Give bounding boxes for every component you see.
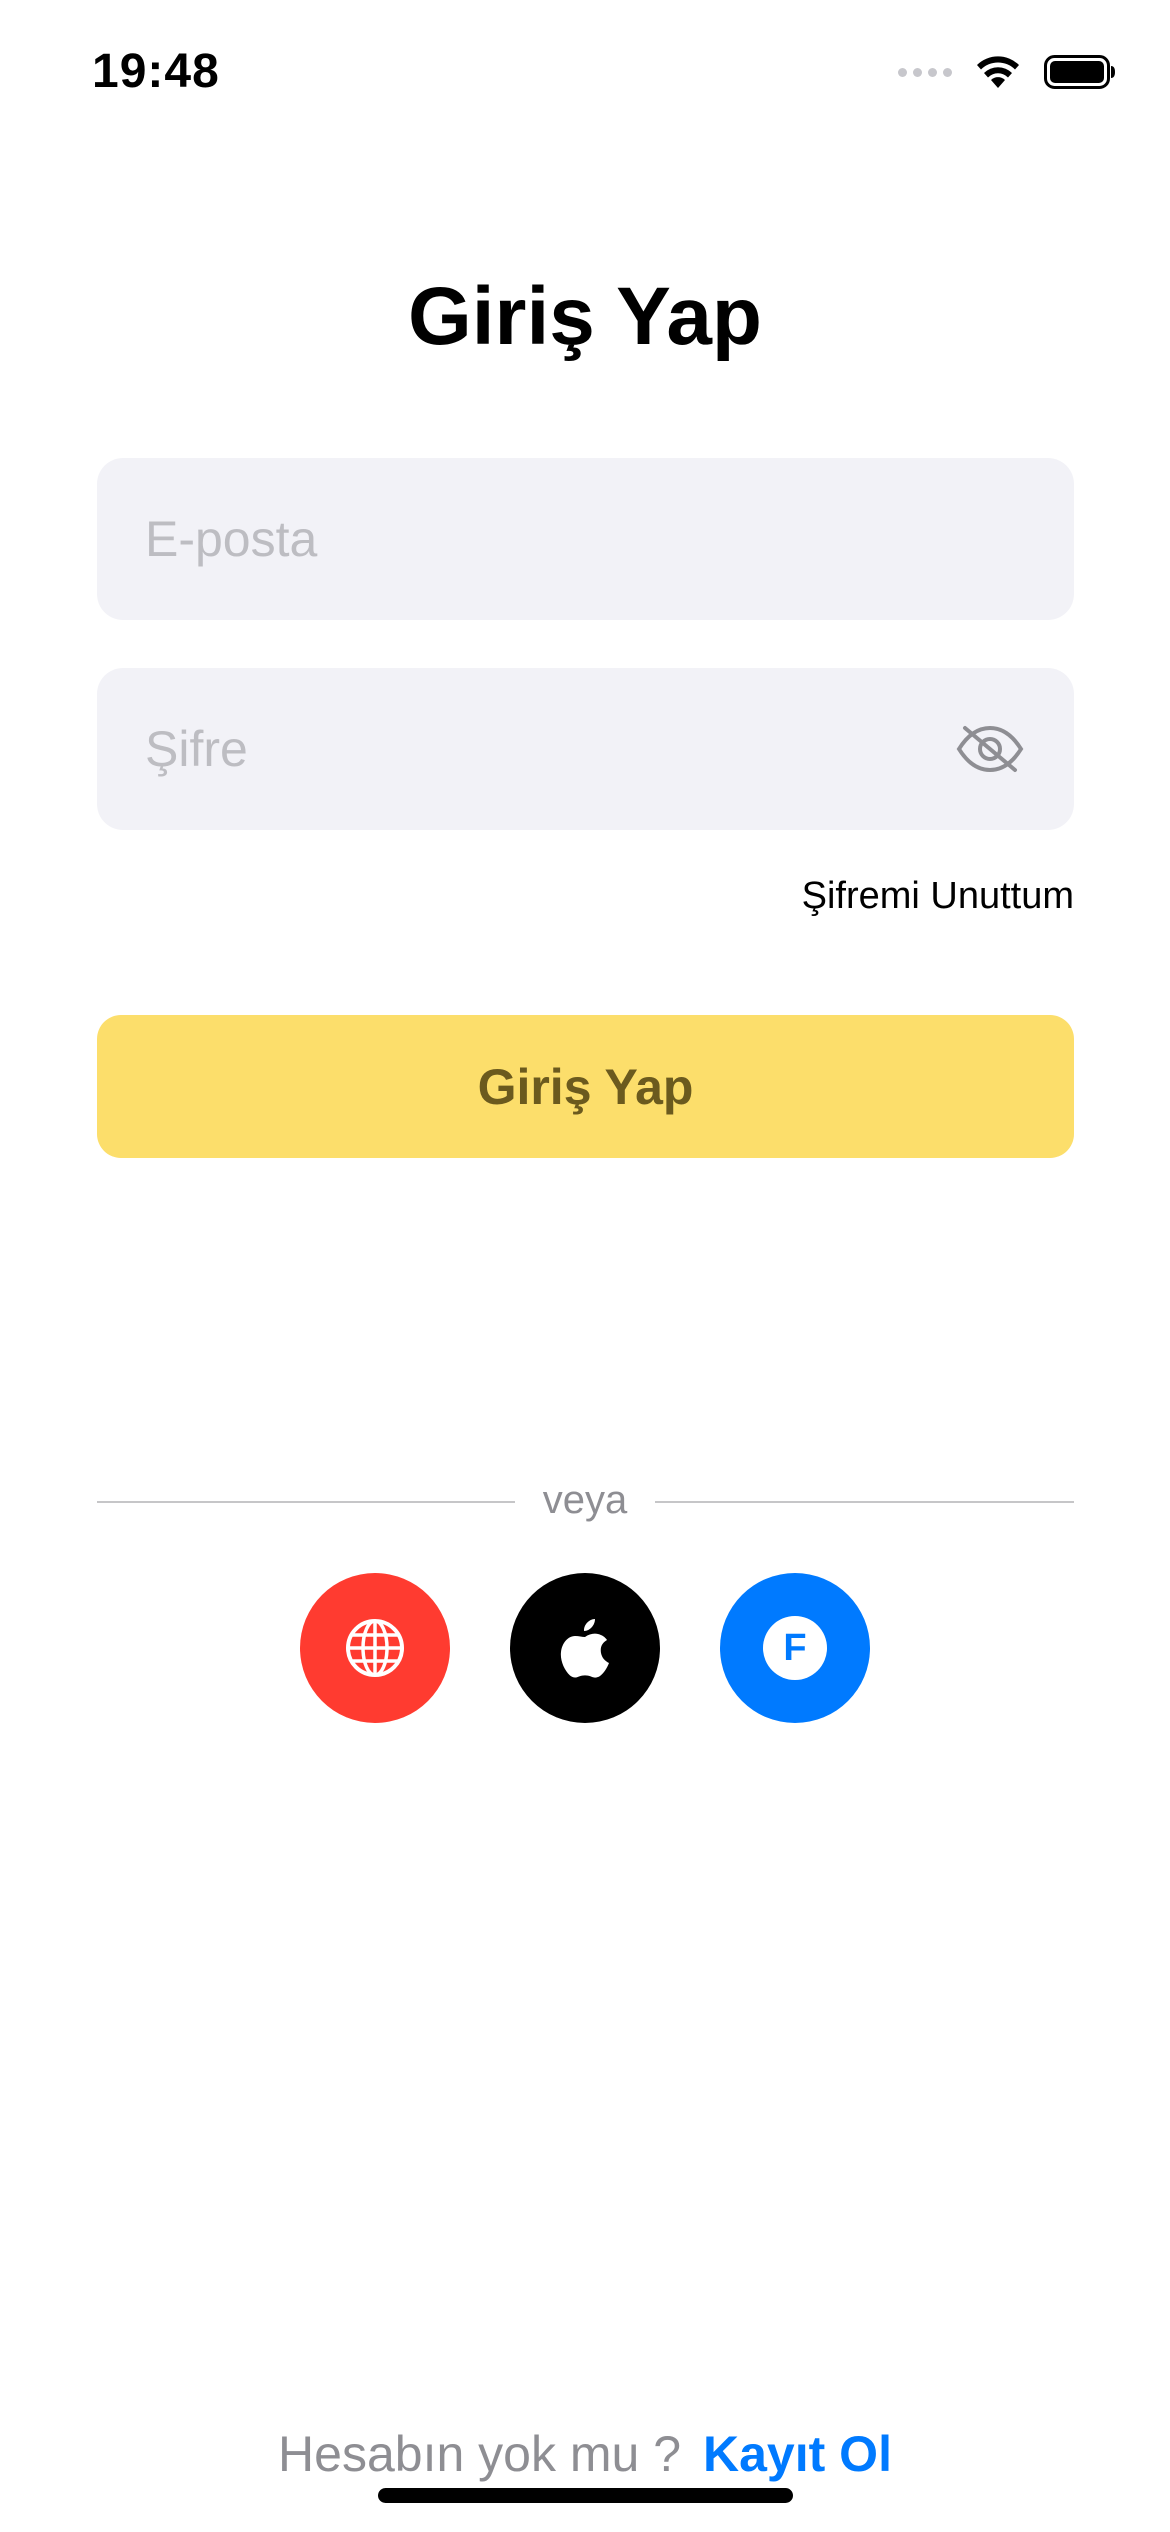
google-login-button[interactable]	[300, 1573, 450, 1723]
facebook-login-button[interactable]: F	[720, 1573, 870, 1723]
cellular-signal-icon	[898, 67, 952, 77]
status-icons	[898, 54, 1116, 90]
apple-login-button[interactable]	[510, 1573, 660, 1723]
email-input[interactable]	[145, 510, 1026, 568]
battery-icon	[1044, 55, 1115, 89]
password-field[interactable]	[97, 668, 1074, 830]
apple-icon	[560, 1619, 609, 1678]
login-screen: 19:48 Giriş Yap Şifrem	[0, 0, 1170, 2532]
facebook-icon: F	[763, 1616, 827, 1680]
email-field[interactable]	[97, 458, 1074, 620]
wifi-icon	[977, 56, 1019, 88]
password-input[interactable]	[145, 720, 954, 778]
login-button[interactable]: Giriş Yap	[97, 1015, 1074, 1158]
forgot-password-link[interactable]: Şifremi Unuttum	[802, 875, 1074, 918]
home-indicator	[378, 2488, 793, 2503]
divider-line-left	[97, 1501, 515, 1503]
password-visibility-toggle[interactable]	[954, 721, 1026, 777]
status-time: 19:48	[92, 45, 220, 98]
signup-prompt: Hesabın yok mu ?	[278, 2426, 682, 2482]
signup-link[interactable]: Kayıt Ol	[703, 2426, 892, 2482]
facebook-icon-glyph: F	[783, 1626, 807, 1669]
globe-icon	[346, 1619, 404, 1677]
divider-label: veya	[542, 1478, 628, 1522]
signup-row: Hesabın yok mu ? Kayıt Ol	[0, 2425, 1170, 2483]
page-title: Giriş Yap	[407, 271, 763, 362]
eye-slash-icon	[956, 725, 1024, 773]
divider-line-right	[655, 1501, 1074, 1503]
